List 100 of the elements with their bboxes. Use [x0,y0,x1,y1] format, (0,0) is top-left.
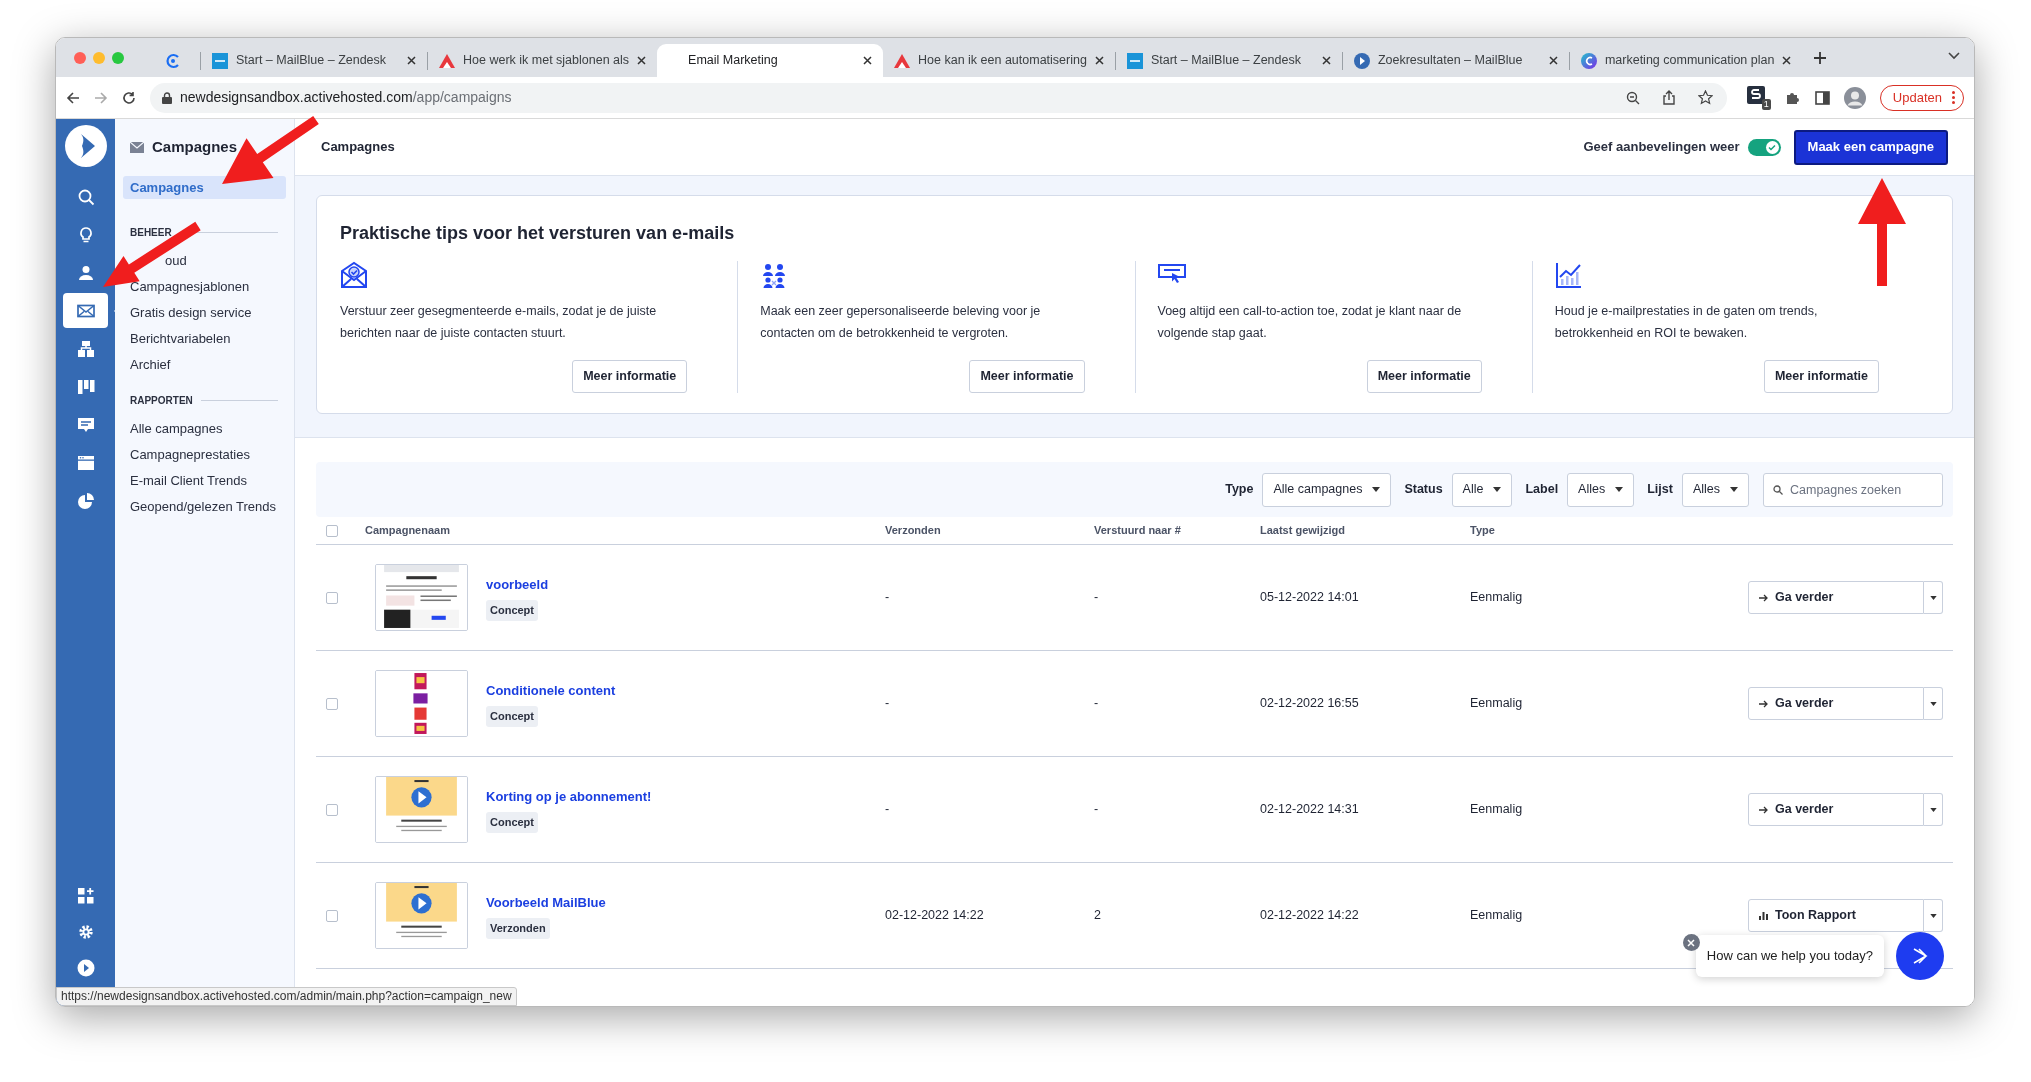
campaign-link[interactable]: Conditionele content [486,680,616,700]
campaign-link[interactable]: Voorbeeld MailBlue [486,892,606,912]
close-tab-icon[interactable] [637,56,647,65]
browser-tab[interactable]: Start – MailBlue – Zendesk [201,44,427,77]
caret-icon [1493,487,1502,492]
table-cell: Eenmalig [1470,590,1523,605]
status-url: https://newdesignsandbox.activehosted.com/admin/main.php?action=campaign_new [56,987,517,1006]
sidebar-item[interactable]: Gratis design service [128,304,254,321]
sidebar-item[interactable]: Berichtvariabelen [128,330,233,347]
campaign-link[interactable]: voorbeeld [486,574,549,594]
close-tab-icon[interactable] [1548,56,1558,65]
column-header: Verstuurd naar # [1094,524,1181,537]
apps-icon [76,886,95,905]
page-title: Campagnes [321,138,395,157]
url-text: newdesignsandbox.activehosted.com/app/campaigns [180,88,512,107]
more-info-button[interactable]: Meer informatie [1763,360,1879,393]
dropdown-toggle[interactable] [1924,687,1943,720]
back-icon[interactable] [66,90,80,105]
search-icon [1773,484,1783,495]
sidebar-item[interactable]: Archief [128,356,173,373]
envelope-check-icon [340,261,368,289]
sidebar-item[interactable]: Geopend/gelezen Trends [128,498,278,515]
filter-dropdown[interactable]: Alles [1681,472,1749,507]
close-tab-icon[interactable] [863,56,873,65]
line-chart-icon [1554,261,1583,289]
email-preview-drawing[interactable] [375,564,468,631]
browser-tab[interactable]: Email Marketing [657,44,884,77]
row-checkbox[interactable] [326,697,338,710]
filter-dropdown[interactable]: Alle [1451,472,1513,507]
dropdown-toggle[interactable] [1924,581,1943,614]
row-checkbox[interactable] [326,591,338,604]
table-cell: 05-12-2022 14:01 [1260,590,1359,605]
dropdown-toggle[interactable] [1924,793,1943,826]
close-tab-icon[interactable] [1094,56,1104,65]
search-icon [76,187,95,206]
more-icon [1952,91,1955,104]
sidebar-item[interactable]: Campagnesjablonen [128,278,252,295]
browser-tab[interactable]: Hoe werk ik met sjablonen als [428,44,658,77]
new-tab-icon[interactable] [1812,49,1829,66]
report-button[interactable]: Toon Rapport [1748,899,1924,932]
close-tab-icon[interactable] [1782,56,1792,65]
zoom-icon[interactable] [1625,90,1640,105]
sidebar-item[interactable]: Campagneprestaties [128,446,252,463]
more-info-button[interactable]: Meer informatie [1366,360,1482,393]
tab-favicon-icon [1353,52,1370,69]
triangle-icon [894,53,911,68]
sidebar-icon[interactable] [1814,90,1830,105]
continue-button[interactable]: Ga verder [1748,581,1924,614]
close-tab-icon[interactable] [407,56,416,65]
status-tag: Concept [486,812,538,833]
recommendations-toggle[interactable] [1747,138,1781,156]
tab-list-icon[interactable] [1948,52,1960,60]
browser-tab[interactable]: Hoe kan ik een automatisering [883,44,1115,77]
reload-icon[interactable] [122,90,136,105]
tab-logo-icon [165,52,181,69]
sidebar-item[interactable]: E-mail Client Trends [128,472,250,489]
continue-button[interactable]: Ga verder [1748,793,1924,826]
more-info-button[interactable]: Meer informatie [969,360,1085,393]
continue-button[interactable]: Ga verder [1748,687,1924,720]
column-header: Verzonden [885,524,941,537]
filter-label: Status [1404,481,1443,499]
chat-message[interactable]: How can we help you today? [1695,935,1884,977]
row-checkbox[interactable] [326,909,338,922]
share-icon[interactable] [1661,90,1676,105]
star-icon[interactable] [1697,90,1713,105]
sidebar-title: Campagnes [152,137,238,158]
browser-tab[interactable]: Zoekresultaten – MailBlue [1342,44,1569,77]
play-icon [76,958,95,977]
sidebar-item[interactable]: Alle campagnes [128,420,225,437]
caret-icon [1929,913,1937,918]
sidebar-item[interactable]: oud [163,252,189,269]
create-campaign-button[interactable]: Maak een campagne [1793,129,1948,165]
browser-tab[interactable]: marketing communication plan [1569,44,1803,77]
avatar-icon[interactable] [1843,86,1866,109]
campaign-link[interactable]: Korting op je abonnement! [486,786,652,806]
column-header: Laatst gewijzigd [1260,524,1345,537]
tip-text: Maak een zeer gepersonaliseerde beleving voor je contacten om de betrokkenheid te vergroten. [760,303,1042,342]
filter-dropdown[interactable]: Alles [1567,472,1635,507]
arrow-right-icon [1759,593,1768,602]
table-cell: Eenmalig [1470,908,1523,923]
close-tab-icon[interactable] [1321,56,1331,65]
sidebar-item[interactable]: Campagnes [123,176,286,199]
app-logo[interactable] [64,125,107,167]
row-checkbox[interactable] [326,803,338,816]
tab-favicon-icon [212,52,228,69]
filter-dropdown[interactable]: Alle campagnes [1262,472,1392,507]
search-field[interactable]: Campagnes zoeken [1763,472,1943,507]
dropdown-toggle[interactable] [1924,899,1943,932]
extension-icon[interactable] [1746,85,1765,104]
filter-label: Type [1225,481,1254,499]
table-cell: - [885,802,890,817]
tip-text: Voeg altijd een call-to-action toe, zodat je klant naar de volgende stap gaat. [1157,303,1463,342]
select-all-checkbox[interactable] [326,524,338,537]
arrow-right-icon [1759,699,1768,708]
caret-icon [1929,807,1937,812]
filter-label: Label [1525,481,1559,499]
more-info-button[interactable]: Meer informatie [572,360,688,393]
browser-tab[interactable]: Start – MailBlue – Zendesk [1115,44,1342,77]
address-bar[interactable]: newdesignsandbox.activehosted.com/app/campaigns [150,82,1727,113]
table-cell: - [885,696,890,711]
